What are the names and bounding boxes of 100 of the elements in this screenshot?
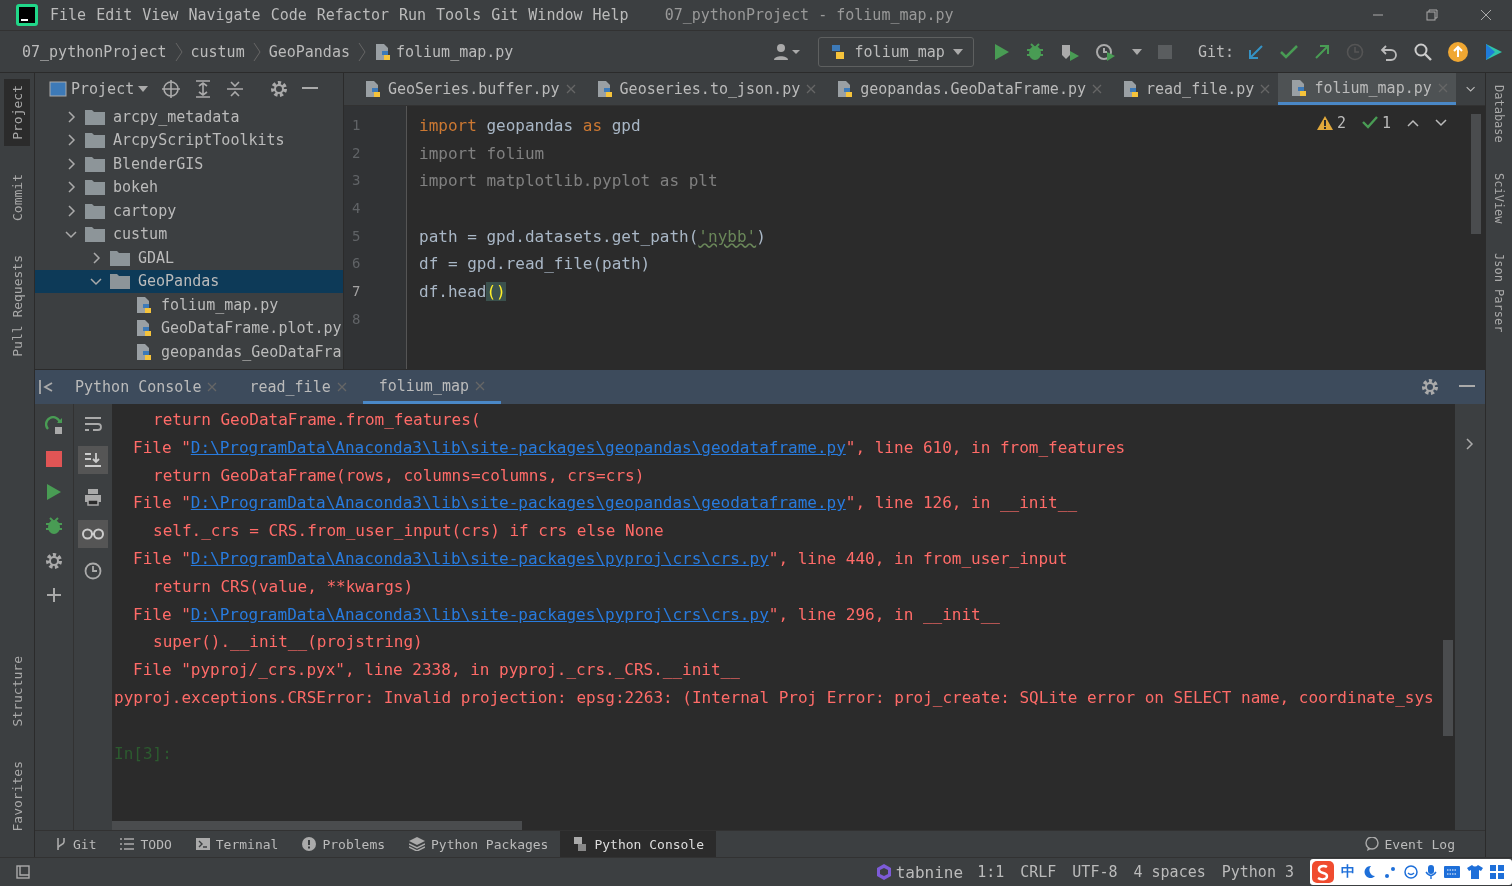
menu-item[interactable]: Refactor xyxy=(316,6,398,24)
editor-tab[interactable]: geopandas.GeoDataFrame.py xyxy=(824,73,1110,105)
editor-tab[interactable]: GeoSeries.buffer.py xyxy=(352,73,584,105)
tool-window-button[interactable]: TODO xyxy=(108,831,184,857)
editor-tab[interactable]: Geoseries.to_json.py xyxy=(583,73,825,105)
event-log-button[interactable]: Event Log xyxy=(1364,831,1455,857)
menu-item[interactable]: Tools xyxy=(436,6,491,24)
chevron-down-icon[interactable] xyxy=(65,228,77,241)
weak-warning-count[interactable]: 1 xyxy=(1361,114,1391,132)
chevron-right-icon[interactable] xyxy=(1466,438,1474,450)
input-method-toolbar[interactable]: 中 xyxy=(1310,859,1512,885)
update-icon[interactable] xyxy=(1448,41,1468,62)
tree-item[interactable]: arcpy_metadata xyxy=(35,105,343,129)
tree-item[interactable]: ArcpyScriptToolkits xyxy=(35,128,343,152)
chevron-right-icon[interactable] xyxy=(65,157,77,170)
plus-icon[interactable] xyxy=(46,587,62,603)
profile-icon[interactable] xyxy=(1095,42,1116,61)
close-icon[interactable] xyxy=(1480,9,1492,21)
status-item[interactable]: 1:1 xyxy=(977,863,1005,881)
file-link[interactable]: D:\ProgramData\Anaconda3\lib\site-packages\geopandas\geodataframe.py xyxy=(190,493,846,513)
menu-item[interactable]: Navigate xyxy=(188,6,270,24)
tool-window-button[interactable]: Git xyxy=(43,831,109,857)
run-icon[interactable] xyxy=(993,42,1010,61)
chevron-up-icon[interactable] xyxy=(1407,119,1419,127)
chevron-right-icon[interactable] xyxy=(65,204,77,217)
chevron-right-icon[interactable] xyxy=(90,251,102,264)
chevron-right-icon[interactable] xyxy=(65,110,77,123)
project-view-dropdown[interactable]: Project xyxy=(49,80,149,98)
chevron-down-icon[interactable] xyxy=(1435,119,1447,127)
menu-item[interactable]: Run xyxy=(399,6,436,24)
scrollbar[interactable] xyxy=(112,821,522,830)
settings-icon[interactable] xyxy=(1421,378,1439,396)
settings-icon[interactable] xyxy=(45,552,63,570)
tabnine-status[interactable]: tabnine xyxy=(875,862,964,882)
tree-item[interactable]: custum xyxy=(35,222,343,246)
printer-icon[interactable] xyxy=(84,488,102,506)
breadcrumb[interactable]: 07_pythonProject xyxy=(22,42,167,61)
debug-icon[interactable] xyxy=(1025,42,1044,61)
tool-window-tab[interactable]: Structure xyxy=(4,650,30,733)
file-link[interactable]: D:\ProgramData\Anaconda3\lib\site-packages\pyproj\crs\crs.py xyxy=(190,604,769,624)
breadcrumb[interactable]: folium_map.py xyxy=(373,42,514,61)
menu-item[interactable]: Help xyxy=(592,6,638,24)
expand-all-icon[interactable] xyxy=(194,80,213,98)
user-icon[interactable] xyxy=(773,42,800,61)
crosshair-icon[interactable] xyxy=(162,80,181,98)
file-link[interactable]: D:\ProgramData\Anaconda3\lib\site-packages\pyproj\crs\crs.py xyxy=(190,549,769,568)
minimize-icon[interactable] xyxy=(302,87,319,91)
console-tab[interactable]: read_file xyxy=(233,370,363,404)
arrow-up-right-icon[interactable] xyxy=(1314,43,1330,60)
tree-item[interactable]: folium_map.py xyxy=(35,293,343,317)
file-link[interactable]: D:\ProgramData\Anaconda3\lib\site-packages\geopandas\geodataframe.py xyxy=(190,437,846,457)
warning-count[interactable]: 2 xyxy=(1316,114,1346,132)
undo-icon[interactable] xyxy=(1380,42,1398,61)
coverage-icon[interactable] xyxy=(1059,42,1080,61)
status-item[interactable]: UTF-8 xyxy=(1072,863,1118,881)
tree-item[interactable]: BlenderGIS xyxy=(35,152,343,176)
tool-window-tab[interactable]: Json Parser xyxy=(1492,253,1506,337)
breadcrumb[interactable]: custum xyxy=(190,42,245,61)
tree-item[interactable]: bokeh xyxy=(35,175,343,199)
tool-window-tab[interactable]: Database xyxy=(1492,85,1506,147)
restore-icon[interactable] xyxy=(1426,9,1438,21)
menu-item[interactable]: Code xyxy=(270,6,316,24)
status-item[interactable]: 4 spaces xyxy=(1133,863,1206,881)
plugin-logo-icon[interactable] xyxy=(1484,41,1504,62)
input-mode-label[interactable]: 中 xyxy=(1341,863,1355,881)
collapse-all-icon[interactable] xyxy=(226,80,245,98)
tool-window-button[interactable]: Python Console xyxy=(560,831,717,857)
tool-window-tab[interactable]: SciView xyxy=(1492,172,1506,228)
rerun-icon[interactable] xyxy=(45,416,63,434)
tool-window-button[interactable]: Terminal xyxy=(183,831,291,857)
scroll-to-end-button[interactable] xyxy=(78,446,108,474)
scrollbar[interactable] xyxy=(1471,114,1481,234)
status-item[interactable]: CRLF xyxy=(1020,863,1057,881)
breadcrumb[interactable]: GeoPandas xyxy=(268,42,350,61)
checkmark-icon[interactable] xyxy=(1280,43,1298,60)
console-tab[interactable]: Python Console xyxy=(59,370,234,404)
tool-window-tab[interactable]: Pull Requests xyxy=(4,248,30,363)
panel-toggle-icon[interactable] xyxy=(16,865,30,879)
tool-window-button[interactable]: Problems xyxy=(290,831,398,857)
arrow-down-left-icon[interactable] xyxy=(1248,43,1264,60)
tree-item[interactable]: GeoDataFrame.plot.py xyxy=(35,316,343,340)
menu-item[interactable]: View xyxy=(142,6,188,24)
soft-wrap-icon[interactable] xyxy=(84,416,102,432)
debug-icon[interactable] xyxy=(45,517,63,535)
chevron-down-icon[interactable] xyxy=(1465,84,1475,94)
pin-left-icon[interactable] xyxy=(39,380,53,394)
tool-window-tab[interactable]: Project xyxy=(4,79,30,146)
tool-window-tab[interactable]: Commit xyxy=(4,167,30,227)
settings-icon[interactable] xyxy=(270,80,289,98)
scrollbar[interactable] xyxy=(1443,640,1453,736)
chevron-down-icon[interactable] xyxy=(90,275,102,288)
chevron-right-icon[interactable] xyxy=(65,134,77,147)
tree-item[interactable]: cartopy xyxy=(35,199,343,223)
run-configuration-dropdown[interactable]: folium_map xyxy=(817,36,974,67)
clock-icon[interactable] xyxy=(84,562,102,580)
minimize-icon[interactable] xyxy=(1459,385,1475,389)
tool-window-button[interactable]: Python Packages xyxy=(397,831,561,857)
editor-tab[interactable]: folium_map.py xyxy=(1278,73,1456,105)
glasses-button[interactable] xyxy=(78,520,108,548)
tree-item[interactable]: geopandas_GeoDataFra xyxy=(35,340,343,364)
